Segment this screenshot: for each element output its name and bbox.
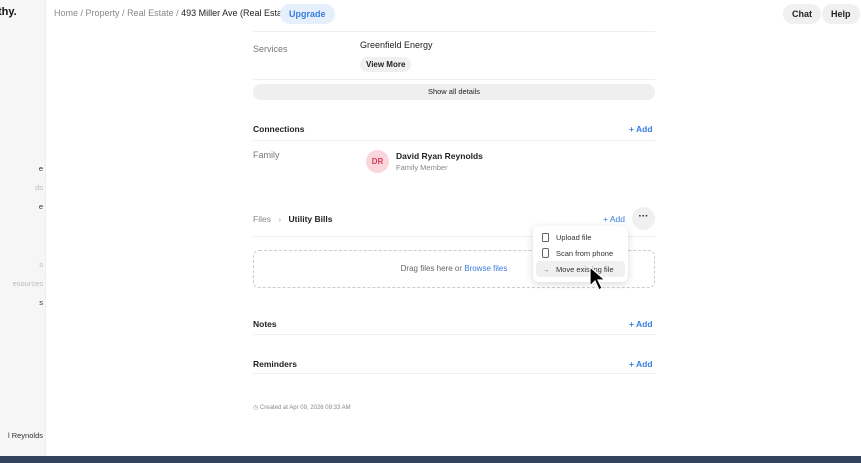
breadcrumb-property[interactable]: Property xyxy=(86,8,120,18)
plus-icon: + xyxy=(629,359,637,369)
add-label: Add xyxy=(609,214,625,224)
menu-item-upload-file[interactable]: Upload file xyxy=(536,229,625,245)
view-more-button[interactable]: View More xyxy=(360,57,412,72)
breadcrumb-home[interactable]: Home xyxy=(54,8,78,18)
avatar: DR xyxy=(366,150,389,173)
chat-button[interactable]: Chat xyxy=(783,4,821,24)
sidebar-item[interactable]: s xyxy=(39,298,43,307)
plus-icon: + xyxy=(629,124,637,134)
notes-title: Notes xyxy=(253,319,277,329)
taskbar xyxy=(0,456,861,463)
add-label: Add xyxy=(636,124,653,134)
menu-label: Scan from phone xyxy=(556,248,614,258)
upgrade-button[interactable]: Upgrade xyxy=(280,4,335,24)
files-add-button[interactable]: + Add xyxy=(603,214,625,224)
sidebar-item[interactable]: esources xyxy=(13,279,43,288)
connections-title: Connections xyxy=(253,124,305,134)
show-all-details-button[interactable]: Show all details xyxy=(253,84,655,100)
sidebar-item[interactable]: ds xyxy=(35,183,43,192)
family-label: Family xyxy=(253,150,280,160)
files-breadcrumb: Files › Utility Bills xyxy=(253,214,332,224)
logo: thy. xyxy=(0,6,17,18)
menu-item-move-existing-file[interactable]: → Move existing file xyxy=(536,261,625,277)
divider xyxy=(253,334,655,335)
services-value: Greenfield Energy xyxy=(360,40,433,50)
plus-icon: + xyxy=(603,214,610,224)
add-label: Add xyxy=(636,319,653,329)
clock-icon: ◷ xyxy=(253,405,260,411)
notes-add-button[interactable]: + Add xyxy=(629,319,653,329)
menu-item-scan-from-phone[interactable]: Scan from phone xyxy=(536,245,625,261)
breadcrumb-real-estate[interactable]: Real Estate xyxy=(127,8,174,18)
divider xyxy=(253,140,655,141)
menu-label: Upload file xyxy=(556,232,592,242)
more-options-icon[interactable]: ··· xyxy=(632,207,655,230)
help-button[interactable]: Help xyxy=(822,4,860,24)
services-label: Services xyxy=(253,44,288,54)
sidebar-user[interactable]: l Reynolds xyxy=(8,431,43,440)
add-label: Add xyxy=(636,359,653,369)
chevron-right-icon: › xyxy=(278,214,282,224)
drop-text: Drag files here or xyxy=(400,264,462,273)
divider xyxy=(253,373,655,374)
file-plus-icon xyxy=(542,232,549,242)
phone-icon xyxy=(542,248,549,258)
files-dropdown-menu: Upload file Scan from phone → Move existi… xyxy=(533,226,628,282)
mouse-cursor-icon xyxy=(589,266,607,291)
page-title: 493 Miller Ave (Real Estate) xyxy=(181,8,293,18)
sidebar-item[interactable]: s xyxy=(39,260,43,269)
reminders-title: Reminders xyxy=(253,359,297,369)
files-root-link[interactable]: Files xyxy=(253,214,271,224)
sidebar: thy. e ds e s esources s l Reynolds xyxy=(0,0,46,456)
files-folder: Utility Bills xyxy=(288,214,333,224)
connection-role: Family Member xyxy=(396,163,448,172)
sidebar-item[interactable]: e xyxy=(39,202,43,211)
plus-icon: + xyxy=(629,319,637,329)
connection-name[interactable]: David Ryan Reynolds xyxy=(396,151,483,161)
browse-files-link[interactable]: Browse files xyxy=(464,264,507,273)
created-timestamp: ◷ Created at Apr 09, 2026 09:33 AM xyxy=(253,404,351,411)
connections-add-button[interactable]: + Add xyxy=(629,124,653,134)
reminders-add-button[interactable]: + Add xyxy=(629,359,653,369)
arrow-right-icon: → xyxy=(542,264,550,274)
divider xyxy=(253,31,655,32)
created-text: Created at Apr 09, 2026 09:33 AM xyxy=(259,405,351,411)
breadcrumb: Home / Property / Real Estate / 493 Mill… xyxy=(54,8,293,18)
sidebar-item[interactable]: e xyxy=(39,164,43,173)
divider xyxy=(253,79,655,80)
